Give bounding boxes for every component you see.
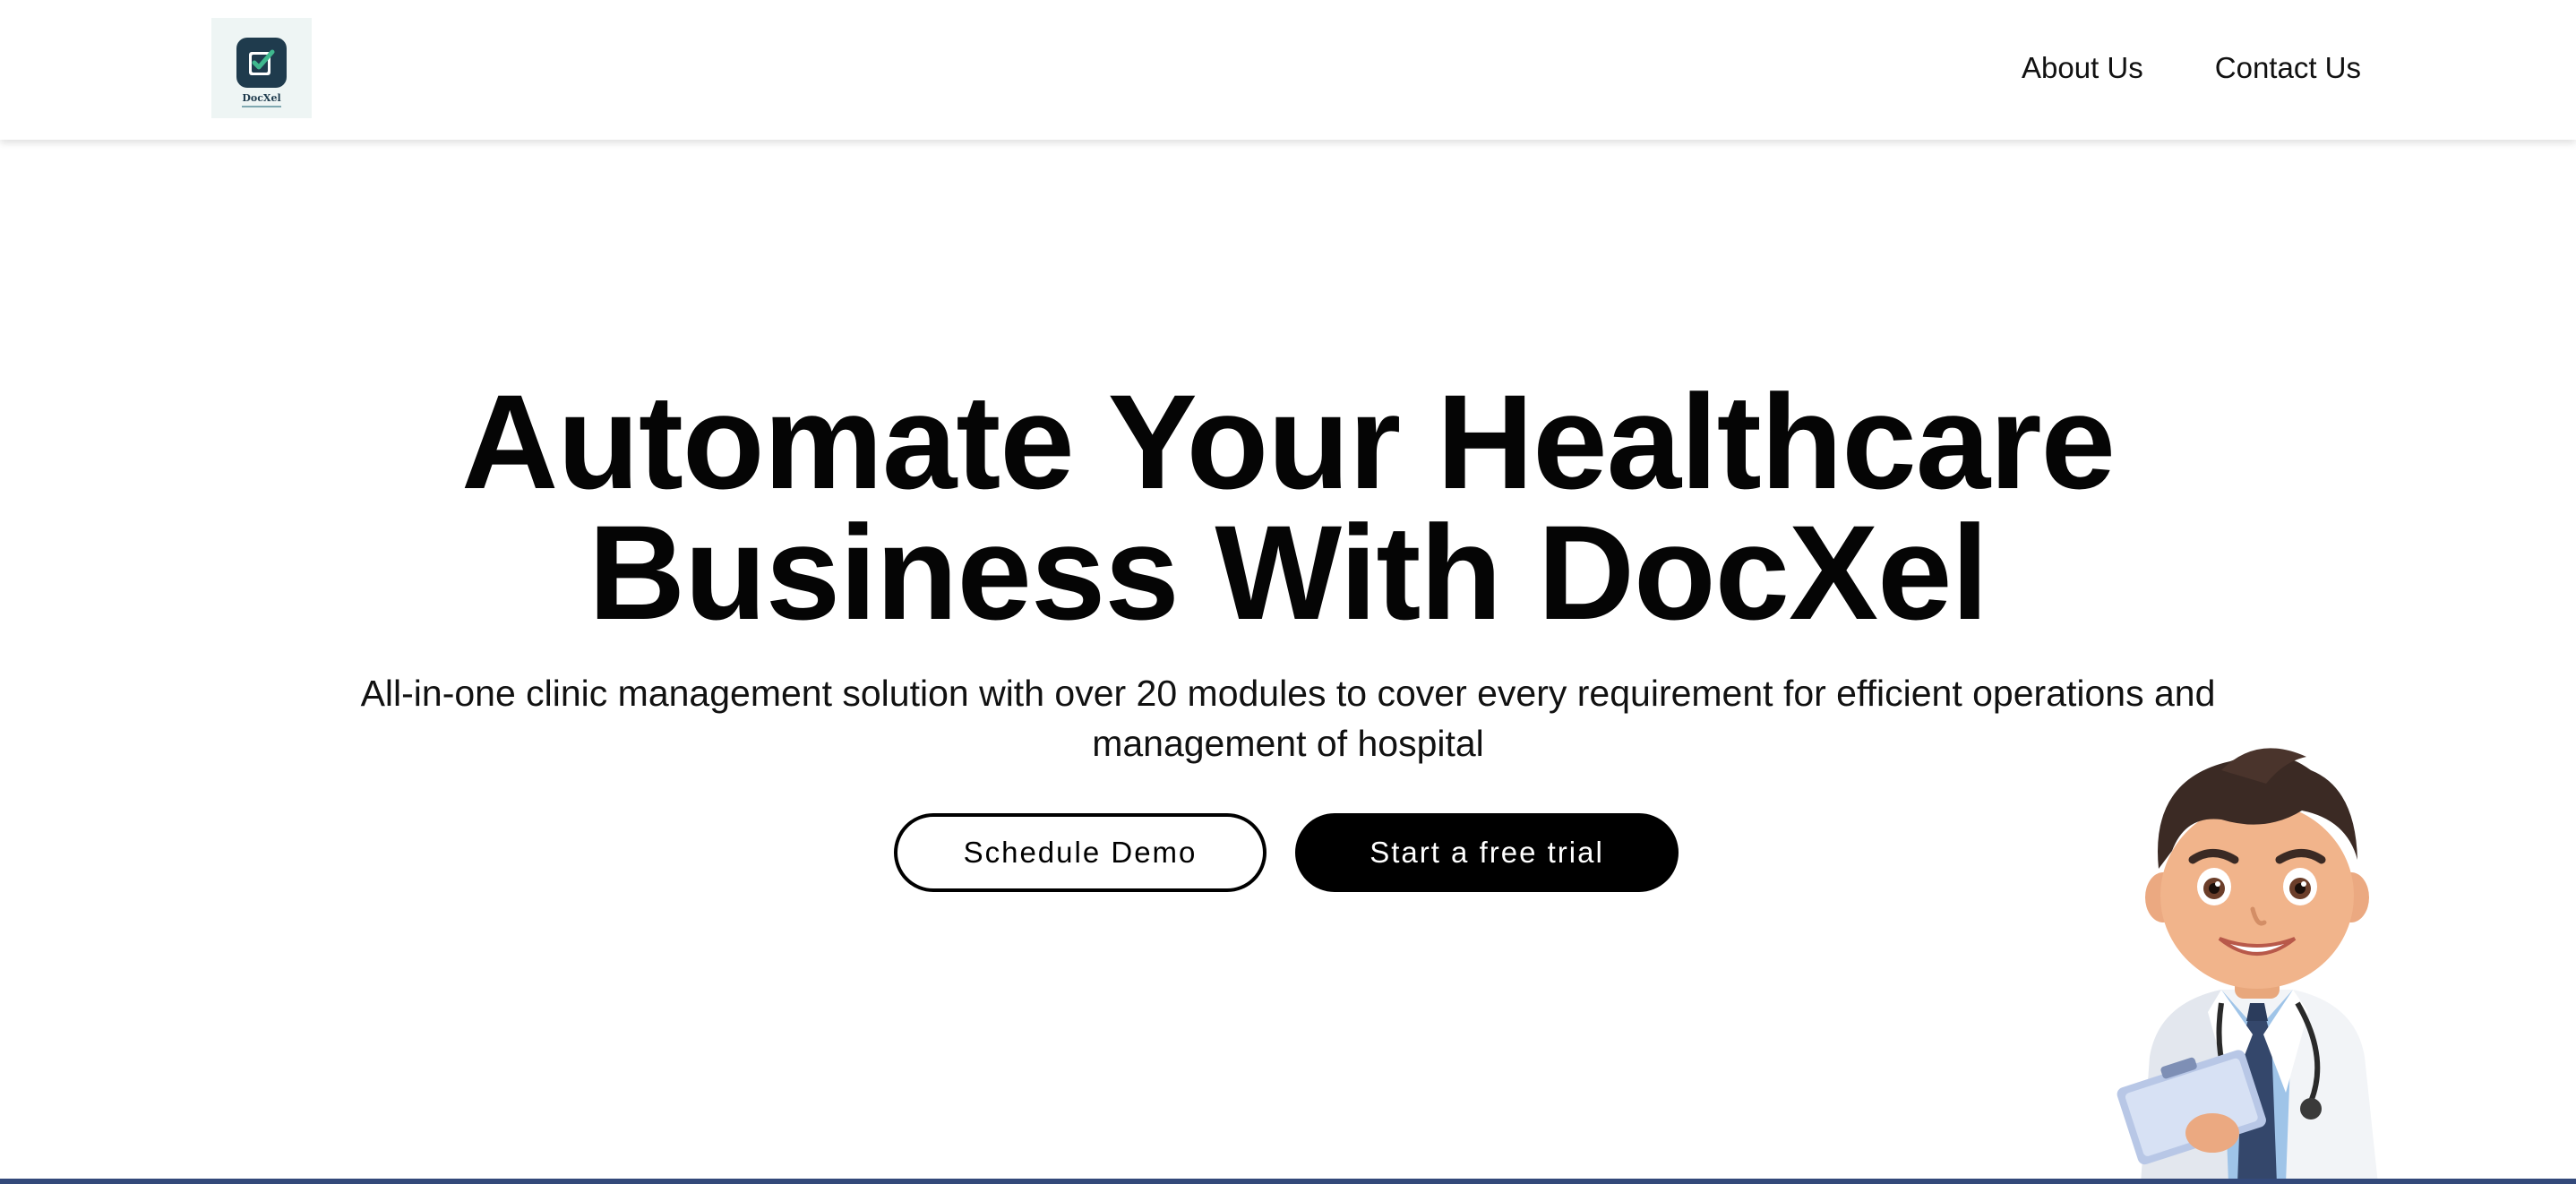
hero-title-line-2: Business With DocXel [588, 497, 1988, 648]
hero-cta-group: Schedule Demo Start a free trial [894, 813, 1679, 892]
hero-subtitle: All-in-one clinic management solution wi… [269, 668, 2307, 768]
schedule-demo-button[interactable]: Schedule Demo [894, 813, 1267, 892]
page: DocXel About Us Contact Us Automate Your… [0, 0, 2576, 1184]
hero-subtitle-line-2: management of hospital [1092, 723, 1484, 764]
hero-subtitle-line-1: All-in-one clinic management solution wi… [360, 673, 2216, 714]
hero-title: Automate Your Healthcare Business With D… [0, 374, 2576, 639]
logo-wordmark: DocXel [242, 92, 281, 104]
docxel-checklist-icon [236, 38, 287, 88]
site-header: DocXel About Us Contact Us [0, 0, 2576, 140]
section-divider-bar [0, 1179, 2576, 1184]
nav-about-us[interactable]: About Us [2022, 47, 2143, 90]
hero-title-line-1: Automate Your Healthcare [461, 366, 2116, 517]
logo-tagline-line [242, 106, 281, 107]
start-free-trial-button[interactable]: Start a free trial [1295, 813, 1679, 892]
nav-contact-us[interactable]: Contact Us [2215, 47, 2361, 90]
doctor-mascot-illustration [2087, 734, 2427, 1184]
main-nav: About Us Contact Us [2022, 47, 2361, 90]
brand-logo[interactable]: DocXel [211, 18, 312, 118]
